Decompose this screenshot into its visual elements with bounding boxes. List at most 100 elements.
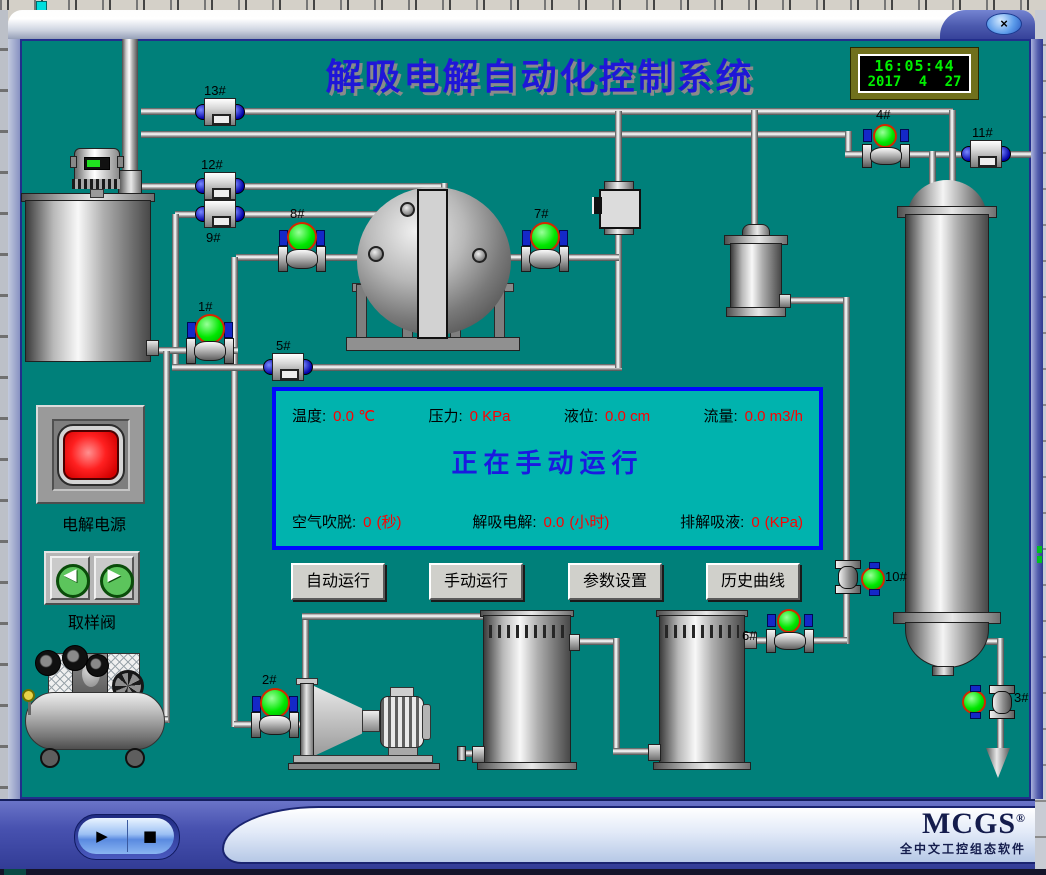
bottom-edge: [0, 869, 1046, 875]
vessel-base: [726, 307, 786, 317]
manual-run-button[interactable]: 手动运行: [429, 563, 523, 600]
pipe: [613, 638, 620, 752]
brand-block: MCGS® 全中文工控组态软件: [820, 808, 1026, 857]
gauge-stem: [28, 702, 31, 715]
mcgs-runtime-window: × 解吸电解自动化控制系统 16:05:44 2017 4 27: [0, 0, 1046, 875]
sampler-left-button[interactable]: ◀: [50, 556, 90, 600]
runtime-controls-pill: ▶ ■: [78, 818, 174, 854]
pipe: [122, 39, 138, 173]
process-data-panel: 温度:0.0 ℃ 压力:0 KPa 液位:0.0 cm 流量:0.0 m3/h …: [272, 387, 823, 550]
arrow-right-icon: ▶: [96, 565, 132, 585]
valve-6[interactable]: [766, 609, 814, 657]
valve-7[interactable]: [521, 222, 569, 270]
valve-label: 4#: [876, 107, 890, 122]
pipe: [843, 297, 850, 565]
page-title: 解吸电解自动化控制系统: [270, 48, 810, 100]
sensor-knob: [117, 156, 124, 168]
pipe: [135, 183, 448, 190]
sampler-right-button[interactable]: ▶: [94, 556, 134, 600]
meter-mark: [592, 197, 602, 214]
pump-motor: [380, 696, 424, 748]
valve-5: [265, 353, 311, 381]
compressor-wheel: [125, 748, 145, 768]
history-curve-button[interactable]: 历史曲线: [706, 563, 800, 600]
valve-label: 12#: [201, 157, 223, 172]
valve-label: 11#: [972, 125, 993, 140]
sphere-port: [472, 248, 487, 263]
clock-date: 2017 4 27: [860, 75, 969, 90]
centrifugal-pump: [288, 678, 440, 773]
pressure-gauge: [22, 689, 35, 702]
valve-3-lamp[interactable]: [962, 690, 986, 714]
pipe: [615, 111, 622, 368]
valve-13: [197, 98, 243, 126]
pipe-end-cap: [457, 746, 466, 761]
bottom-edge-fragment: [4, 869, 26, 875]
clock-screen: 16:05:44 2017 4 27: [858, 54, 971, 93]
counter-air-strip: 空气吹脱:0(秒): [292, 511, 402, 532]
sampler-label: 取样阀: [62, 609, 122, 633]
close-icon[interactable]: ×: [986, 13, 1022, 35]
sensor-stem: [90, 189, 104, 198]
play-icon[interactable]: ▶: [78, 818, 126, 854]
tank2-base: [653, 762, 751, 770]
tank1: [483, 615, 571, 767]
sphere-base: [346, 337, 520, 351]
parameter-settings-button[interactable]: 参数设置: [568, 563, 662, 600]
sensor-knob: [70, 156, 77, 168]
tank1-nozzle: [472, 746, 485, 763]
air-compressor: [20, 645, 172, 780]
valve-label: 5#: [276, 338, 290, 353]
metric-flow: 流量:0.0 m3/h: [703, 405, 803, 426]
valve-3[interactable]: [989, 685, 1015, 719]
tank1-base: [477, 762, 577, 770]
pipe: [141, 108, 953, 115]
column-outlet: [932, 666, 954, 676]
brand-tagline: 全中文工控组态软件: [820, 840, 1026, 857]
compressor-pulley: [86, 654, 109, 677]
valve-10-lamp[interactable]: [861, 567, 885, 591]
valve-12: [197, 172, 243, 200]
filter-vessel: [730, 243, 782, 309]
pump-terminal-box: [390, 687, 414, 697]
valve-9: [197, 200, 243, 228]
tank1-nozzle: [569, 634, 580, 651]
valve-label: 6#: [742, 628, 756, 643]
compressor-wheel: [40, 748, 60, 768]
left-tank-nozzle: [146, 340, 159, 356]
valve-label: 8#: [290, 206, 304, 221]
clock-time: 16:05:44: [860, 57, 969, 75]
pipe: [783, 297, 847, 304]
pipe: [141, 131, 851, 138]
inline-flow-meter: [599, 189, 641, 229]
mcgs-logo: MCGS®: [820, 808, 1026, 840]
sensor-display: [84, 157, 110, 170]
window-frame-right: [1031, 39, 1043, 799]
electrolysis-power-button[interactable]: [63, 430, 119, 480]
valve-4[interactable]: [862, 124, 910, 172]
auto-run-button[interactable]: 自动运行: [291, 563, 385, 600]
valve-label: 3#: [1014, 690, 1028, 705]
power-label: 电解电源: [54, 511, 134, 535]
window-frame-left: [8, 39, 20, 799]
stop-icon[interactable]: ■: [126, 818, 174, 854]
window-titlebar: [8, 10, 1035, 39]
counters-row: 空气吹脱:0(秒) 解吸电解:0.0(小时) 排解吸液:0(KPa): [276, 511, 819, 532]
valve-label: 7#: [534, 206, 548, 221]
right-edge-green-mark: [1037, 556, 1042, 563]
right-edge-green-mark: [1037, 546, 1042, 553]
background-toolbar-sliver: [0, 0, 1046, 10]
background-window-left-sliver: [0, 10, 8, 800]
metric-pressure: 压力:0 KPa: [428, 405, 510, 426]
metrics-row: 温度:0.0 ℃ 压力:0 KPa 液位:0.0 cm 流量:0.0 m3/h: [276, 405, 819, 426]
valve-8[interactable]: [278, 222, 326, 270]
pump-volute: [314, 686, 362, 756]
pump-shaft: [362, 710, 380, 732]
valve-label: 13#: [204, 83, 226, 98]
tank2: [659, 615, 745, 767]
compressor-pulley: [62, 645, 88, 671]
valve-2[interactable]: [251, 688, 299, 736]
valve-10[interactable]: [835, 560, 861, 594]
valve-1[interactable]: [186, 314, 234, 362]
pump-motor-cap: [422, 704, 431, 740]
